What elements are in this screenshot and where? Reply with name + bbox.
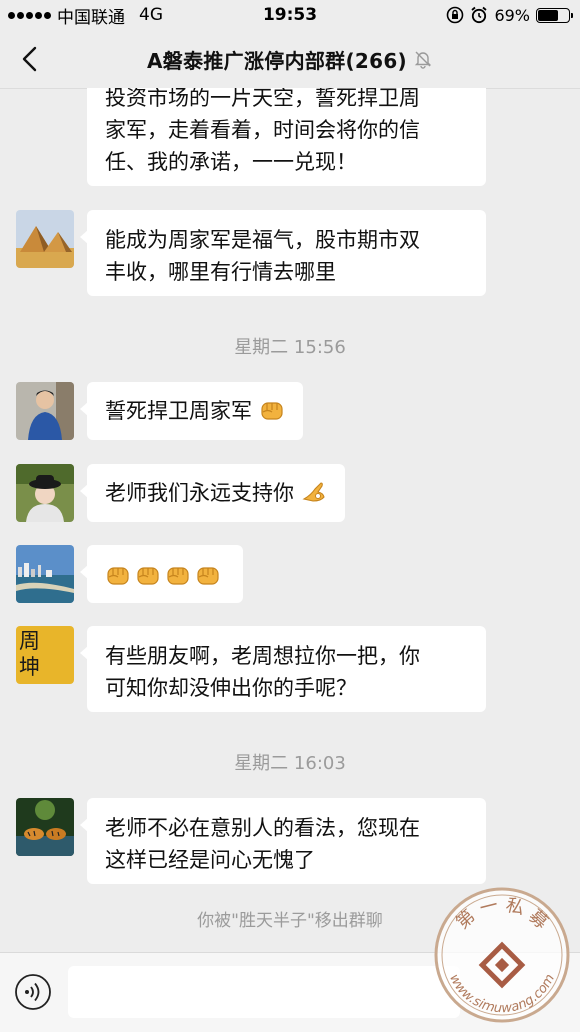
message-bubble[interactable]: 老师不必在意别人的看法，您现在 这样已经是问心无愧了 bbox=[80, 798, 486, 884]
message-line: 任、我的承诺，一一兑现！ bbox=[105, 150, 357, 174]
voice-icon[interactable] bbox=[14, 973, 52, 1011]
message-line: 可知你却没伸出你的手呢？ bbox=[105, 676, 357, 700]
message-bubble[interactable]: 誓死捍卫周家军 bbox=[80, 382, 303, 440]
fist-emoji bbox=[137, 567, 159, 585]
fist-emoji bbox=[107, 567, 129, 585]
message-line: 老师不必在意别人的看法，您现在 bbox=[105, 816, 420, 840]
message-line: 有些朋友啊，老周想拉你一把，你 bbox=[105, 644, 420, 668]
fist-emoji bbox=[197, 567, 219, 585]
ok-hand-emoji bbox=[302, 482, 325, 502]
message-bubble[interactable] bbox=[80, 545, 243, 603]
time-separator: 星期二 15:56 bbox=[234, 337, 346, 358]
status-bar: 中国联通 4G 19:53 69% bbox=[0, 0, 580, 30]
time-separator: 星期二 16:03 bbox=[234, 753, 346, 774]
mute-bell-icon bbox=[414, 51, 432, 69]
message-item: 周坤 有些朋友啊，老周想拉你一把，你 可知你却没伸出你的手呢？ bbox=[16, 626, 486, 712]
chat-title[interactable]: A磐泰推广涨停内部群(266) bbox=[147, 45, 407, 74]
message-item: 老师不必在意别人的看法，您现在 这样已经是问心无愧了 bbox=[16, 798, 486, 884]
alarm-icon bbox=[471, 6, 488, 24]
tiger-avatar[interactable] bbox=[16, 798, 74, 856]
message-line: 能成为周家军是福气，股市期市双 bbox=[105, 228, 420, 252]
calligraphy-avatar[interactable]: 周坤 bbox=[16, 626, 74, 684]
message-line: 投资市场的一片天空，誓死捍卫周 bbox=[105, 88, 420, 110]
message-line: 这样已经是问心无愧了 bbox=[105, 848, 315, 872]
message-bubble[interactable]: 投资市场的一片天空，誓死捍卫周 家军，走着看着，时间会将你的信 任、我的承诺，一… bbox=[87, 88, 486, 186]
message-input[interactable] bbox=[68, 966, 460, 1018]
calligraphy-text: 周坤 bbox=[19, 629, 40, 679]
message-line: 老师我们永远支持你 bbox=[105, 481, 294, 505]
message-line: 丰收，哪里有行情去哪里 bbox=[105, 260, 336, 284]
message-line: 誓死捍卫周家军 bbox=[105, 399, 252, 423]
message-bubble[interactable]: 能成为周家军是福气，股市期市双 丰收，哪里有行情去哪里 bbox=[80, 210, 486, 296]
pyramids-avatar[interactable] bbox=[16, 210, 74, 268]
message-item: 誓死捍卫周家军 bbox=[16, 382, 303, 440]
battery-icon bbox=[536, 7, 573, 23]
fist-emoji bbox=[261, 402, 283, 420]
woman-hat-avatar[interactable] bbox=[16, 464, 74, 522]
message-item: 能成为周家军是福气，股市期市双 丰收，哪里有行情去哪里 bbox=[16, 210, 486, 296]
message-line: 家军，走着看着，时间会将你的信 bbox=[105, 118, 420, 142]
message-bubble[interactable]: 老师我们永远支持你 bbox=[80, 464, 345, 522]
chevron-left-icon[interactable] bbox=[16, 44, 46, 74]
message-bubble[interactable]: 有些朋友啊，老周想拉你一把，你 可知你却没伸出你的手呢？ bbox=[80, 626, 486, 712]
man-blue-jacket-avatar[interactable] bbox=[16, 382, 74, 440]
message-list[interactable]: 投资市场的一片天空，誓死捍卫周 家军，走着看着，时间会将你的信 任、我的承诺，一… bbox=[0, 88, 580, 952]
orientation-lock-icon bbox=[447, 6, 464, 24]
message-item: 老师我们永远支持你 bbox=[16, 464, 345, 522]
chat-header: A磐泰推广涨停内部群(266) bbox=[0, 30, 580, 89]
battery-percent: 69% bbox=[494, 5, 530, 25]
cityscape-avatar[interactable] bbox=[16, 545, 74, 603]
watermark-stamp: 第 一 私 募 www.simuwang.com bbox=[434, 887, 570, 1023]
message-item bbox=[16, 545, 243, 603]
fist-emoji bbox=[167, 567, 189, 585]
